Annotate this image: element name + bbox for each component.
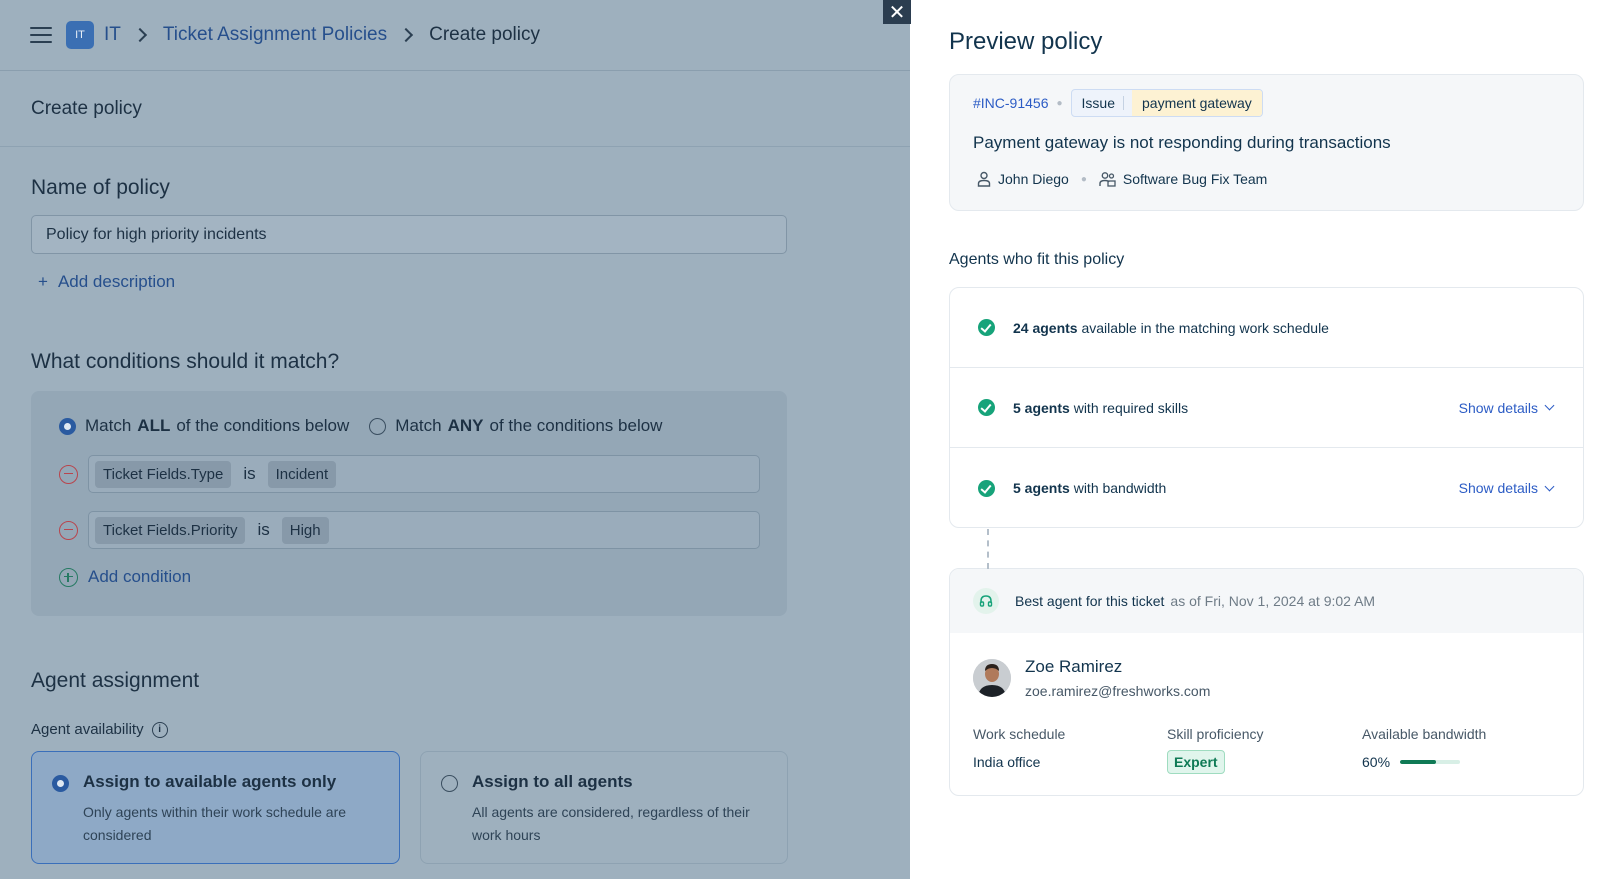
check-circle-icon — [978, 319, 995, 336]
chevron-down-icon — [1544, 400, 1555, 411]
match-all-label[interactable]: Match ALL of the conditions below — [85, 416, 349, 436]
best-agent-profile: Zoe Ramirez zoe.ramirez@freshworks.com — [973, 657, 1210, 699]
bandwidth-bar-fill — [1400, 760, 1437, 764]
breadcrumb-current: Create policy — [429, 24, 540, 45]
check-circle-icon — [978, 479, 995, 497]
connector-line — [987, 529, 989, 569]
ticket-type: Issue — [1081, 95, 1116, 111]
agent-availability-label: Agent availability i — [31, 721, 168, 738]
chevron-right-icon — [399, 27, 414, 43]
skill-label: Skill proficiency — [1167, 726, 1264, 742]
option-subtitle: All agents are considered, regardless of… — [472, 804, 750, 843]
condition-operator: is — [257, 520, 270, 539]
condition-value-chip[interactable]: Incident — [267, 460, 337, 488]
ticket-meta: John Diego ● Software Bug Fix Team — [977, 171, 1267, 187]
agents-fit-list: 24 agents available in the matching work… — [949, 287, 1584, 528]
agent-email: zoe.ramirez@freshworks.com — [1025, 683, 1211, 699]
top-bar: IT IT Ticket Assignment Policies Create … — [0, 0, 910, 71]
preview-panel: Preview policy #INC-91456 ● Issue paymen… — [911, 0, 1600, 879]
ticket-requester: John Diego — [998, 171, 1069, 187]
best-agent-timestamp: as of Fri, Nov 1, 2024 at 9:02 AM — [1170, 593, 1376, 609]
ticket-subject: Payment gateway is not responding during… — [973, 133, 1391, 152]
menu-icon[interactable] — [30, 27, 52, 43]
work-schedule-stat: Work schedule India office — [973, 726, 1065, 770]
create-policy-page: IT IT Ticket Assignment Policies Create … — [0, 0, 910, 879]
bandwidth-stat: Available bandwidth 60% — [1362, 726, 1486, 770]
fit-row-schedule: 24 agents available in the matching work… — [950, 288, 1583, 368]
option-title: Assign to available agents only — [83, 772, 337, 791]
plus-circle-icon — [59, 567, 78, 587]
add-description-label: Add description — [57, 272, 176, 291]
condition-value-chip[interactable]: High — [281, 516, 329, 544]
option-subtitle: Only agents within their work schedule a… — [83, 804, 347, 843]
chevron-down-icon — [1544, 481, 1555, 491]
condition-row: Ticket Fields.Type is Incident — [59, 455, 760, 493]
skill-badge: Expert — [1167, 750, 1225, 774]
assign-all-radio[interactable] — [441, 775, 458, 792]
headset-icon — [973, 588, 999, 614]
close-icon[interactable]: ✕ — [883, 0, 911, 24]
best-agent-header: Best agent for this ticket as of Fri, No… — [950, 569, 1583, 633]
condition-field-chip[interactable]: Ticket Fields.Type — [95, 460, 232, 488]
ticket-group: Software Bug Fix Team — [1122, 171, 1268, 187]
option-title: Assign to all agents — [472, 772, 633, 791]
condition-field[interactable]: Ticket Fields.Priority is High — [88, 511, 760, 549]
match-any-label[interactable]: Match ANY of the conditions below — [395, 416, 662, 436]
skill-stat: Skill proficiency Expert — [1167, 726, 1263, 774]
add-description-link[interactable]: + Add description — [38, 272, 175, 292]
ticket-id-row: #INC-91456 ● Issue payment gateway — [973, 89, 1263, 117]
match-all-radio[interactable] — [59, 417, 76, 435]
ticket-type-tag: Issue payment gateway — [1070, 89, 1263, 117]
condition-field[interactable]: Ticket Fields.Type is Incident — [88, 455, 760, 493]
match-mode-group: Match ALL of the conditions below Match ANY… — [59, 416, 662, 436]
fit-row-bandwidth: 5 agents with bandwidth Show details — [950, 448, 1583, 528]
agent-name: Zoe Ramirez — [1025, 657, 1123, 676]
breadcrumb-root-link[interactable]: IT — [104, 24, 121, 46]
add-condition-label: Add condition — [88, 567, 192, 586]
show-details-bandwidth-button[interactable]: Show details — [1459, 480, 1555, 496]
ticket-category: payment gateway — [1132, 90, 1262, 116]
ticket-id-link[interactable]: #INC-91456 — [973, 95, 1049, 111]
team-icon — [1099, 171, 1116, 187]
plus-icon: + — [38, 272, 48, 291]
agent-assignment-heading: Agent assignment — [31, 669, 200, 692]
policy-name-heading: Name of policy — [31, 176, 170, 199]
agents-fit-heading: Agents who fit this policy — [949, 251, 1125, 268]
breadcrumb-section-link[interactable]: Ticket Assignment Policies — [163, 24, 387, 46]
conditions-panel: Match ALL of the conditions below Match ANY… — [31, 391, 787, 616]
conditions-heading: What conditions should it match? — [31, 350, 340, 373]
preview-title: Preview policy — [949, 28, 1103, 55]
work-schedule-label: Work schedule — [973, 726, 1066, 742]
user-icon — [977, 171, 991, 187]
condition-row: Ticket Fields.Priority is High — [59, 511, 760, 549]
check-circle-icon — [978, 399, 995, 416]
condition-field-chip[interactable]: Ticket Fields.Priority — [95, 516, 246, 544]
assign-available-option[interactable]: Assign to available agents only Only age… — [31, 751, 400, 864]
work-schedule-value: India office — [973, 754, 1041, 770]
best-agent-card: Best agent for this ticket as of Fri, No… — [949, 568, 1584, 796]
avatar — [973, 659, 1011, 697]
condition-operator: is — [243, 464, 256, 483]
add-condition-button[interactable]: Add condition — [59, 567, 191, 587]
bandwidth-bar — [1400, 760, 1461, 764]
info-icon[interactable]: i — [151, 721, 168, 738]
chevron-right-icon — [132, 27, 147, 43]
bandwidth-value: 60% — [1362, 754, 1391, 770]
page-header: Create policy — [0, 71, 910, 147]
bandwidth-label: Available bandwidth — [1362, 726, 1487, 742]
policy-name-input[interactable] — [31, 215, 787, 254]
match-any-radio[interactable] — [369, 417, 387, 435]
minus-circle-icon[interactable] — [59, 464, 78, 484]
ticket-card: #INC-91456 ● Issue payment gateway Payme… — [949, 74, 1584, 211]
best-agent-label: Best agent for this ticket — [1015, 593, 1165, 609]
minus-circle-icon[interactable] — [59, 520, 78, 540]
app-badge: IT — [66, 21, 94, 49]
show-details-skills-button[interactable]: Show details — [1459, 400, 1555, 416]
fit-row-skills: 5 agents with required skills Show detai… — [950, 368, 1583, 448]
assign-available-radio[interactable] — [52, 775, 69, 792]
assign-all-option[interactable]: Assign to all agents All agents are cons… — [420, 751, 788, 864]
